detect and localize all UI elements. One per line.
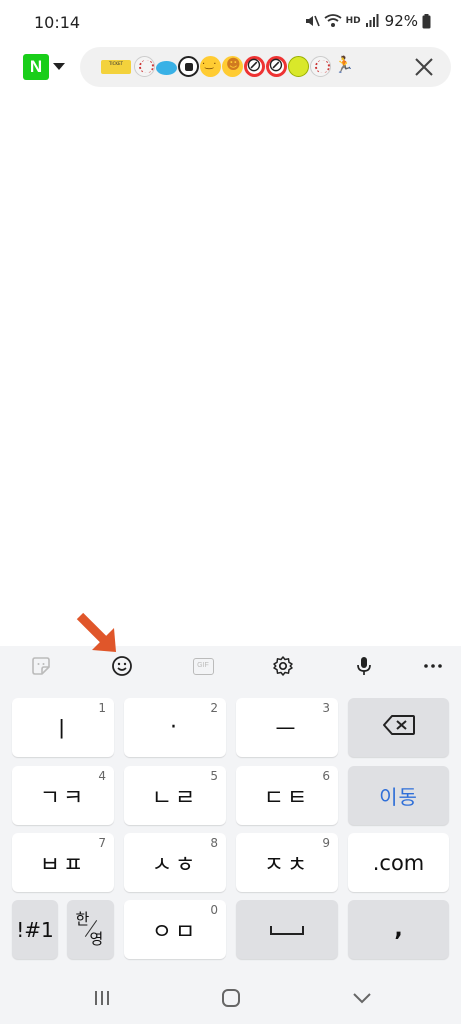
soccer-ball-emoji [178,56,199,77]
key-number: 3 [322,701,330,715]
status-bar: 10:14 HD 92% [0,0,461,44]
kissing-face-emoji [200,56,221,77]
ticket-emoji: TICKET [101,59,131,74]
mute-icon [304,13,320,29]
backspace-icon [382,714,416,742]
more-icon[interactable] [421,654,445,678]
flying-disc-emoji [156,61,177,75]
home-icon[interactable] [219,986,243,1010]
dotcom-key[interactable]: .com [348,833,449,892]
key-label: ㅈㅊ [263,852,311,878]
key-label: ㅅㅎ [151,852,199,878]
naver-logo[interactable]: N [23,54,49,80]
signal-icon [365,14,379,28]
key-label: ㄴㄹ [151,785,199,811]
key-j-ch[interactable]: ㅈㅊ 9 [236,833,338,892]
chevron-down-icon[interactable] [53,63,65,70]
page-content [0,90,461,646]
key-label: .com [372,850,425,875]
key-label: , [394,917,403,942]
baseball-emoji [134,56,155,77]
settings-gear-icon[interactable] [271,654,295,678]
annotation-arrow-icon [74,611,120,655]
backspace-button[interactable] [348,698,449,757]
key-i[interactable]: ㅣ 1 [12,698,114,757]
key-b-p[interactable]: ㅂㅍ 7 [12,833,114,892]
key-number: 0 [210,903,218,917]
key-label: ㅇㅁ [151,919,199,945]
ticket-text: TICKET [108,60,123,66]
key-o-m[interactable]: ㅇㅁ 0 [124,900,226,959]
status-time: 10:14 [34,13,81,32]
person-in-lotus-emoji [222,56,243,77]
key-d-t[interactable]: ㄷㅌ 6 [236,766,338,825]
go-button[interactable]: 이동 [348,766,449,825]
key-number: 7 [98,836,106,850]
system-navigation-bar [0,972,461,1024]
battery-percent: 92% [384,12,418,30]
space-icon [269,917,305,942]
emoji-icon[interactable] [110,654,134,678]
key-number: 6 [322,769,330,783]
keyboard-toolbar: GIF [0,646,461,684]
close-icon[interactable] [414,57,434,77]
key-eu[interactable]: ㅡ 3 [236,698,338,757]
young-label: 영 [89,929,104,948]
han-label: 한 [75,909,90,928]
key-number: 4 [98,769,106,783]
recent-apps-icon[interactable] [90,986,114,1010]
person-running-emoji [332,55,354,77]
key-number: 8 [210,836,218,850]
key-number: 5 [210,769,218,783]
hd-voice-icon: HD [345,15,361,26]
key-number: 2 [210,701,218,715]
key-dot[interactable]: · 2 [124,698,226,757]
key-g-k[interactable]: ㄱㅋ 4 [12,766,114,825]
key-label: ㄷㅌ [263,785,311,811]
language-toggle-key[interactable]: 한 영 [67,900,114,959]
no-bicycles-emoji [266,54,287,77]
back-icon[interactable] [350,986,374,1010]
key-label: ㄱㅋ [39,785,87,811]
key-label: ㅣ [51,717,75,743]
key-label: 이동 [379,785,418,809]
key-number: 1 [98,701,106,715]
status-icons: HD 92% [304,12,431,30]
battery-icon [422,13,431,29]
symbols-key[interactable]: !#1 [12,900,58,959]
microphone-icon[interactable] [352,654,376,678]
key-n-r[interactable]: ㄴㄹ 5 [124,766,226,825]
wifi-icon [324,14,342,28]
comma-key[interactable]: , [348,900,449,959]
han-young-label: 한 영 [71,910,111,950]
gif-icon[interactable]: GIF [191,654,215,678]
key-label: !#1 [16,917,54,942]
baseball-emoji [310,56,331,77]
key-label: ㅡ [275,717,299,743]
browser-top-bar: N TICKET [0,46,461,88]
key-label: ㅂㅍ [39,852,87,878]
no-bicycles-emoji [244,54,265,77]
gif-label: GIF [192,657,214,675]
keyboard: ㅣ 1 · 2 ㅡ 3 ㄱㅋ 4 ㄴㄹ 5 ㄷㅌ 6 이동 ㅂㅍ 7 ㅅㅎ 8 … [0,684,461,972]
key-label: · [170,715,180,740]
search-input[interactable]: TICKET [80,47,451,87]
key-s-h[interactable]: ㅅㅎ 8 [124,833,226,892]
sticker-icon[interactable] [29,654,53,678]
key-number: 9 [322,836,330,850]
search-query-emojis: TICKET [101,54,354,77]
space-key[interactable] [236,900,338,959]
softball-emoji [288,56,309,77]
